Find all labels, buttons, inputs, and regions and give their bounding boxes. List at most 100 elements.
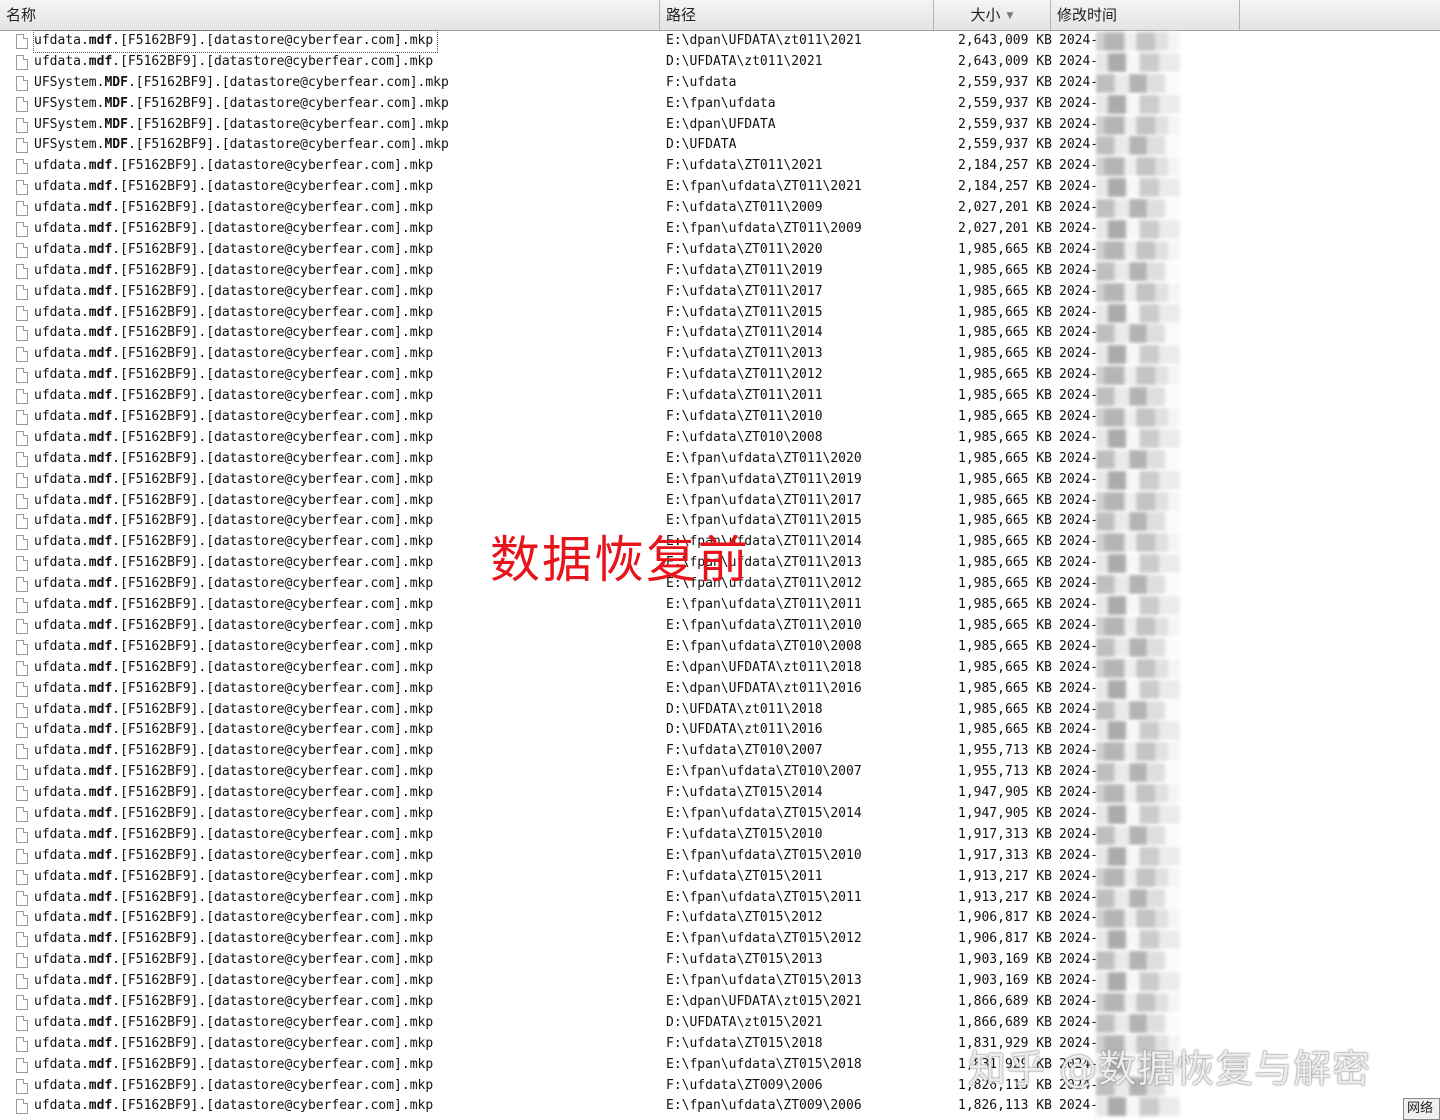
file-modified: 2024- xyxy=(1059,910,1099,926)
table-row[interactable]: ufdata.mdf.[F5162BF9].[datastore@cyberfe… xyxy=(0,658,1440,679)
column-header-path[interactable]: 路径 xyxy=(660,0,934,30)
table-row[interactable]: ufdata.mdf.[F5162BF9].[datastore@cyberfe… xyxy=(0,950,1440,971)
table-row[interactable]: ufdata.mdf.[F5162BF9].[datastore@cyberfe… xyxy=(0,198,1440,219)
file-size: 2,027,201 KB xyxy=(958,221,1052,237)
table-row[interactable]: UFSystem.MDF.[F5162BF9].[datastore@cyber… xyxy=(0,135,1440,156)
table-row[interactable]: ufdata.mdf.[F5162BF9].[datastore@cyberfe… xyxy=(0,908,1440,929)
file-size: 1,985,665 KB xyxy=(958,722,1052,738)
file-icon xyxy=(16,284,28,300)
table-row[interactable]: ufdata.mdf.[F5162BF9].[datastore@cyberfe… xyxy=(0,177,1440,198)
file-icon xyxy=(16,953,28,969)
file-path: E:\dpan\UFDATA\zt015\2021 xyxy=(666,993,862,1009)
file-size: 1,985,665 KB xyxy=(958,471,1052,487)
file-size: 2,184,257 KB xyxy=(958,158,1052,174)
table-row[interactable]: ufdata.mdf.[F5162BF9].[datastore@cyberfe… xyxy=(0,282,1440,303)
table-row[interactable]: UFSystem.MDF.[F5162BF9].[datastore@cyber… xyxy=(0,115,1440,136)
file-size: 1,985,665 KB xyxy=(958,597,1052,613)
file-path: E:\fpan\ufdata\ZT010\2008 xyxy=(666,638,862,654)
table-row[interactable]: UFSystem.MDF.[F5162BF9].[datastore@cyber… xyxy=(0,94,1440,115)
file-name: ufdata.mdf.[F5162BF9].[datastore@cyberfe… xyxy=(34,785,434,801)
file-modified: 2024- xyxy=(1059,200,1099,216)
file-size: 1,903,169 KB xyxy=(958,973,1052,989)
table-row[interactable]: ufdata.mdf.[F5162BF9].[datastore@cyberfe… xyxy=(0,971,1440,992)
redacted-time-block xyxy=(1096,679,1180,699)
table-row[interactable]: ufdata.mdf.[F5162BF9].[datastore@cyberfe… xyxy=(0,616,1440,637)
table-row[interactable]: UFSystem.MDF.[F5162BF9].[datastore@cyber… xyxy=(0,73,1440,94)
table-row[interactable]: ufdata.mdf.[F5162BF9].[datastore@cyberfe… xyxy=(0,992,1440,1013)
file-path: D:\UFDATA\zt015\2021 xyxy=(666,1014,823,1030)
table-row[interactable]: ufdata.mdf.[F5162BF9].[datastore@cyberfe… xyxy=(0,867,1440,888)
table-row[interactable]: ufdata.mdf.[F5162BF9].[datastore@cyberfe… xyxy=(0,470,1440,491)
file-size: 1,985,665 KB xyxy=(958,325,1052,341)
redacted-time-block xyxy=(1096,825,1180,845)
table-row[interactable]: ufdata.mdf.[F5162BF9].[datastore@cyberfe… xyxy=(0,783,1440,804)
table-row[interactable]: ufdata.mdf.[F5162BF9].[datastore@cyberfe… xyxy=(0,1013,1440,1034)
file-modified: 2024- xyxy=(1059,53,1099,69)
table-row[interactable]: ufdata.mdf.[F5162BF9].[datastore@cyberfe… xyxy=(0,720,1440,741)
column-header-modified[interactable]: 修改时间 xyxy=(1051,0,1240,30)
column-header-name[interactable]: 名称 xyxy=(0,0,660,30)
table-row[interactable]: ufdata.mdf.[F5162BF9].[datastore@cyberfe… xyxy=(0,219,1440,240)
file-icon xyxy=(16,472,28,488)
file-modified: 2024- xyxy=(1059,847,1099,863)
file-size: 1,947,905 KB xyxy=(958,785,1052,801)
table-row[interactable]: ufdata.mdf.[F5162BF9].[datastore@cyberfe… xyxy=(0,1096,1440,1117)
file-name: ufdata.mdf.[F5162BF9].[datastore@cyberfe… xyxy=(34,471,434,487)
file-modified: 2024- xyxy=(1059,764,1099,780)
file-modified: 2024- xyxy=(1059,304,1099,320)
column-header: 名称 路径 大小 ▼ 修改时间 xyxy=(0,0,1440,31)
table-row[interactable]: ufdata.mdf.[F5162BF9].[datastore@cyberfe… xyxy=(0,491,1440,512)
file-modified: 2024- xyxy=(1059,262,1099,278)
table-row[interactable]: ufdata.mdf.[F5162BF9].[datastore@cyberfe… xyxy=(0,929,1440,950)
table-row[interactable]: ufdata.mdf.[F5162BF9].[datastore@cyberfe… xyxy=(0,825,1440,846)
table-row[interactable]: ufdata.mdf.[F5162BF9].[datastore@cyberfe… xyxy=(0,52,1440,73)
table-row[interactable]: ufdata.mdf.[F5162BF9].[datastore@cyberfe… xyxy=(0,762,1440,783)
table-row[interactable]: ufdata.mdf.[F5162BF9].[datastore@cyberfe… xyxy=(0,449,1440,470)
table-row[interactable]: ufdata.mdf.[F5162BF9].[datastore@cyberfe… xyxy=(0,261,1440,282)
column-header-size[interactable]: 大小 ▼ xyxy=(934,0,1051,30)
file-name: ufdata.mdf.[F5162BF9].[datastore@cyberfe… xyxy=(34,221,434,237)
redacted-time-block xyxy=(1096,52,1180,72)
table-row[interactable]: ufdata.mdf.[F5162BF9].[datastore@cyberfe… xyxy=(0,888,1440,909)
redacted-time-block xyxy=(1096,32,1180,51)
table-row[interactable]: ufdata.mdf.[F5162BF9].[datastore@cyberfe… xyxy=(0,323,1440,344)
table-row[interactable]: ufdata.mdf.[F5162BF9].[datastore@cyberfe… xyxy=(0,30,1440,53)
file-icon xyxy=(16,535,28,551)
table-row[interactable]: ufdata.mdf.[F5162BF9].[datastore@cyberfe… xyxy=(0,679,1440,700)
table-row[interactable]: ufdata.mdf.[F5162BF9].[datastore@cyberfe… xyxy=(0,846,1440,867)
file-size: 1,985,665 KB xyxy=(958,534,1052,550)
network-tab[interactable]: 网络 xyxy=(1403,1098,1440,1120)
file-size: 1,985,665 KB xyxy=(958,701,1052,717)
file-modified: 2024- xyxy=(1059,973,1099,989)
table-row[interactable]: ufdata.mdf.[F5162BF9].[datastore@cyberfe… xyxy=(0,156,1440,177)
table-row[interactable]: ufdata.mdf.[F5162BF9].[datastore@cyberfe… xyxy=(0,303,1440,324)
table-row[interactable]: ufdata.mdf.[F5162BF9].[datastore@cyberfe… xyxy=(0,407,1440,428)
redacted-time-block xyxy=(1096,428,1180,448)
file-size: 1,985,665 KB xyxy=(958,638,1052,654)
file-name: ufdata.mdf.[F5162BF9].[datastore@cyberfe… xyxy=(34,576,434,592)
table-row[interactable]: ufdata.mdf.[F5162BF9].[datastore@cyberfe… xyxy=(0,428,1440,449)
file-size: 1,906,817 KB xyxy=(958,931,1052,947)
table-row[interactable]: ufdata.mdf.[F5162BF9].[datastore@cyberfe… xyxy=(0,386,1440,407)
redacted-time-block xyxy=(1096,220,1180,240)
table-row[interactable]: ufdata.mdf.[F5162BF9].[datastore@cyberfe… xyxy=(0,365,1440,386)
file-path: E:\fpan\ufdata\ZT015\2010 xyxy=(666,847,862,863)
file-size: 2,559,937 KB xyxy=(958,137,1052,153)
file-path: E:\fpan\ufdata\ZT011\2020 xyxy=(666,450,862,466)
file-name: ufdata.mdf.[F5162BF9].[datastore@cyberfe… xyxy=(34,555,434,571)
table-row[interactable]: ufdata.mdf.[F5162BF9].[datastore@cyberfe… xyxy=(0,804,1440,825)
file-icon xyxy=(16,263,28,279)
redacted-time-block xyxy=(1096,324,1180,344)
table-row[interactable]: ufdata.mdf.[F5162BF9].[datastore@cyberfe… xyxy=(0,595,1440,616)
file-icon xyxy=(16,994,28,1010)
file-name: ufdata.mdf.[F5162BF9].[datastore@cyberfe… xyxy=(34,1056,434,1072)
table-row[interactable]: ufdata.mdf.[F5162BF9].[datastore@cyberfe… xyxy=(0,637,1440,658)
table-row[interactable]: ufdata.mdf.[F5162BF9].[datastore@cyberfe… xyxy=(0,344,1440,365)
file-modified: 2024- xyxy=(1059,137,1099,153)
table-row[interactable]: ufdata.mdf.[F5162BF9].[datastore@cyberfe… xyxy=(0,741,1440,762)
table-row[interactable]: ufdata.mdf.[F5162BF9].[datastore@cyberfe… xyxy=(0,240,1440,261)
redacted-time-block xyxy=(1096,616,1180,636)
file-path: F:\ufdata\ZT015\2014 xyxy=(666,785,823,801)
file-name: ufdata.mdf.[F5162BF9].[datastore@cyberfe… xyxy=(34,659,434,675)
table-row[interactable]: ufdata.mdf.[F5162BF9].[datastore@cyberfe… xyxy=(0,700,1440,721)
